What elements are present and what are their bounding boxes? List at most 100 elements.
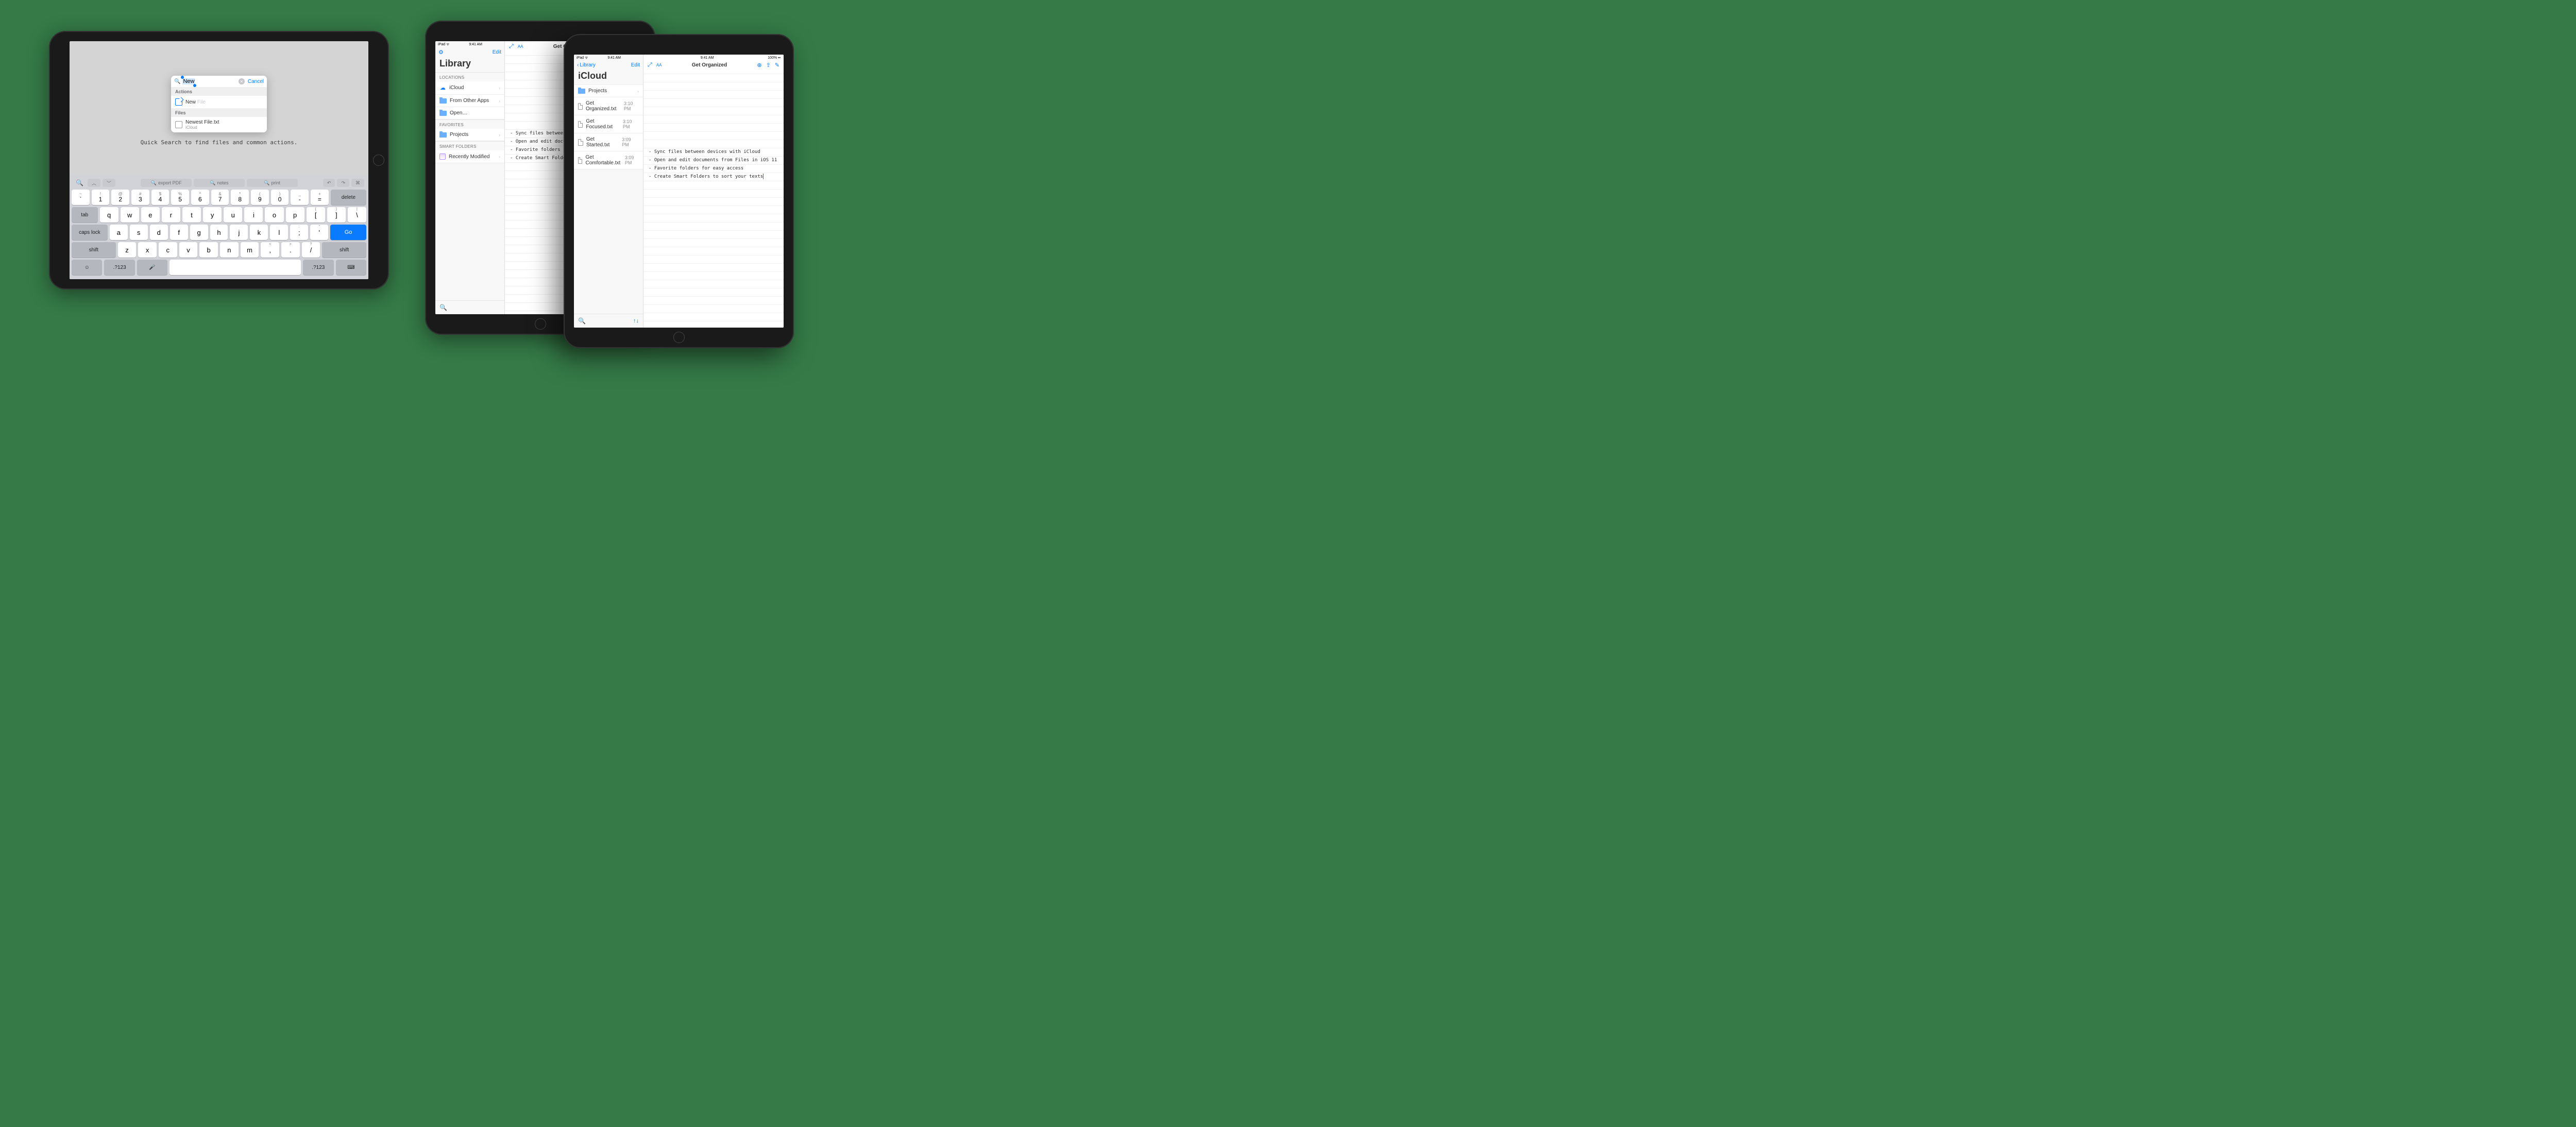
key[interactable]: caps lock	[72, 225, 108, 240]
key[interactable]: m	[241, 242, 259, 258]
key[interactable]: @2	[111, 190, 129, 205]
key[interactable]: }]	[327, 207, 346, 223]
text-size-icon[interactable]: AA	[656, 63, 662, 67]
file-row[interactable]: Get Organized.txt3:10 PM	[574, 97, 643, 115]
key[interactable]: a	[110, 225, 128, 240]
key[interactable]: d	[150, 225, 168, 240]
suggestion-1[interactable]: 🔍 export PDF	[141, 179, 192, 187]
key[interactable]: w	[121, 207, 139, 223]
home-button[interactable]	[673, 332, 685, 343]
key[interactable]: <,	[261, 242, 279, 258]
action-new-file[interactable]: New File	[171, 96, 267, 109]
add-icon[interactable]: ⊕	[757, 62, 761, 69]
key[interactable]: c	[159, 242, 177, 258]
suggestion-2[interactable]: 🔍 notes	[194, 179, 245, 187]
key[interactable]: z	[118, 242, 137, 258]
toolbar-down-icon[interactable]: ﹀	[103, 179, 115, 187]
key[interactable]: shift	[72, 242, 116, 258]
key[interactable]: g	[190, 225, 208, 240]
key[interactable]: >.	[281, 242, 300, 258]
key[interactable]: delete	[331, 190, 366, 205]
key[interactable]: tab	[72, 207, 98, 223]
key[interactable]: )0	[271, 190, 289, 205]
key[interactable]: j	[230, 225, 248, 240]
key[interactable]: #3	[131, 190, 149, 205]
quick-search-field[interactable]: 🔍 New ✕ Cancel	[171, 76, 267, 88]
file-row[interactable]: Get Started.txt3:09 PM	[574, 133, 643, 151]
key[interactable]: p	[286, 207, 304, 223]
key[interactable]: *8	[231, 190, 249, 205]
key[interactable]: |\	[348, 207, 366, 223]
edit-button[interactable]: Edit	[493, 49, 501, 55]
home-button[interactable]	[535, 318, 546, 330]
key[interactable]: b	[199, 242, 218, 258]
redo-button[interactable]: ↷	[337, 179, 349, 187]
key[interactable]: _-	[291, 190, 309, 205]
key[interactable]: ☺	[72, 260, 102, 275]
key[interactable]: n	[220, 242, 239, 258]
toolbar-up-icon[interactable]: ︿	[88, 179, 100, 187]
cancel-button[interactable]: Cancel	[248, 79, 264, 84]
key[interactable]: ^6	[191, 190, 209, 205]
key[interactable]: i	[244, 207, 263, 223]
search-query[interactable]: New	[182, 78, 238, 84]
toolbar-search-icon[interactable]: 🔍	[74, 179, 86, 186]
key[interactable]: k	[250, 225, 268, 240]
search-icon[interactable]: 🔍	[578, 317, 586, 325]
key[interactable]: %5	[171, 190, 189, 205]
key[interactable]: .?123	[104, 260, 134, 275]
file-result[interactable]: Newest File.txt iCloud	[171, 117, 267, 132]
edit-button[interactable]: Edit	[631, 62, 640, 68]
compose-icon[interactable]: ✎	[775, 62, 779, 69]
key[interactable]: f	[170, 225, 188, 240]
key[interactable]: 🎤	[137, 260, 167, 275]
location-open[interactable]: Open…	[435, 107, 504, 119]
settings-icon[interactable]: ⚙	[438, 49, 444, 56]
suggestion-3[interactable]: 🔍 print	[247, 179, 298, 187]
key[interactable]: "'	[310, 225, 328, 240]
share-icon[interactable]: ⇪	[766, 62, 771, 69]
undo-button[interactable]: ↶	[323, 179, 335, 187]
search-icon[interactable]: 🔍	[439, 304, 447, 311]
clear-icon[interactable]: ✕	[239, 78, 245, 84]
key[interactable]: s	[130, 225, 148, 240]
text-size-icon[interactable]: AA	[518, 44, 523, 49]
sort-icon[interactable]: ↑↓	[633, 318, 639, 324]
key[interactable]: e	[141, 207, 160, 223]
location-other-apps[interactable]: From Other Apps›	[435, 95, 504, 107]
key[interactable]: q	[100, 207, 118, 223]
key[interactable]: y	[203, 207, 222, 223]
key[interactable]: shift	[322, 242, 366, 258]
cmd-button[interactable]: ⌘	[351, 179, 364, 187]
key[interactable]: l	[270, 225, 288, 240]
key[interactable]: h	[210, 225, 228, 240]
location-icloud[interactable]: iCloud›	[435, 81, 504, 95]
key[interactable]: ~`	[72, 190, 90, 205]
favorite-projects[interactable]: Projects›	[435, 129, 504, 141]
file-row[interactable]: Get Focused.txt3:10 PM	[574, 115, 643, 133]
key[interactable]: ?/	[302, 242, 320, 258]
document-body[interactable]: - Sync files between devices with iCloud…	[649, 148, 778, 181]
key[interactable]: t	[182, 207, 201, 223]
key[interactable]: o	[265, 207, 283, 223]
key[interactable]: u	[224, 207, 242, 223]
key[interactable]: v	[179, 242, 198, 258]
file-row[interactable]: Get Comfortable.txt3:09 PM	[574, 151, 643, 169]
back-button[interactable]: ‹ Library	[577, 62, 596, 68]
key[interactable]: !1	[92, 190, 110, 205]
key[interactable]: $4	[151, 190, 170, 205]
key[interactable]: +=	[311, 190, 329, 205]
key[interactable]: r	[162, 207, 180, 223]
key[interactable]: &7	[211, 190, 229, 205]
fullscreen-icon[interactable]: ⤢	[509, 43, 514, 50]
home-button[interactable]	[373, 155, 384, 166]
key[interactable]: :;	[290, 225, 308, 240]
key[interactable]: Go	[330, 225, 366, 240]
key[interactable]: (9	[251, 190, 269, 205]
key[interactable]	[170, 260, 301, 275]
key[interactable]: {[	[307, 207, 325, 223]
key[interactable]: x	[138, 242, 157, 258]
smart-recently-modified[interactable]: Recently Modified›	[435, 150, 504, 163]
fullscreen-icon[interactable]: ⤢	[648, 62, 652, 69]
key[interactable]: ⌨	[336, 260, 366, 275]
